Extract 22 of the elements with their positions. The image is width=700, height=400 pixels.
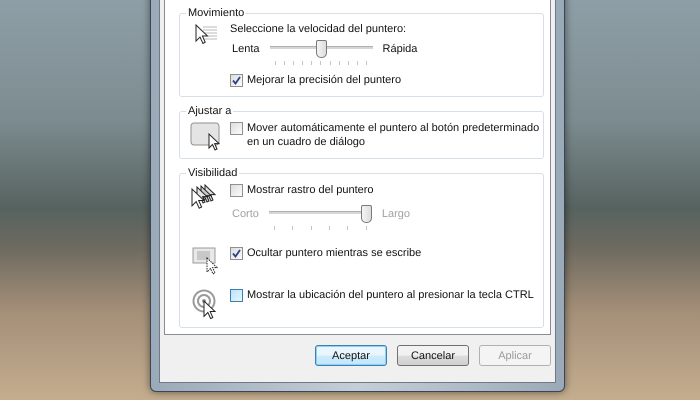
checkbox[interactable] bbox=[230, 184, 243, 197]
checkbox-label: Mostrar rastro del puntero bbox=[247, 183, 374, 197]
slider-thumb[interactable] bbox=[316, 40, 327, 58]
checkbox-label: Mostrar la ubicación del puntero al presionar la tecla CTRL bbox=[247, 288, 534, 302]
slider-max-label: Largo bbox=[382, 207, 410, 221]
slider-min-label: Lenta bbox=[232, 42, 260, 56]
slider-min-label: Corto bbox=[232, 207, 259, 221]
checkbox-label: Mejorar la precisión del puntero bbox=[247, 73, 402, 87]
group-title: Movimiento bbox=[187, 7, 246, 19]
dialog-button[interactable]: Aceptar bbox=[315, 345, 387, 366]
checkbox[interactable] bbox=[230, 289, 243, 302]
checkbox[interactable] bbox=[230, 74, 243, 87]
group-title: Visibilidad bbox=[187, 167, 238, 179]
checkbox-label: Mover automáticamente el puntero al botón predeterminado en un cuadro de diálogo bbox=[247, 121, 540, 149]
checkbox[interactable] bbox=[230, 247, 243, 260]
checkbox-label: Ocultar puntero mientras se escribe bbox=[247, 246, 422, 260]
slider-track[interactable] bbox=[270, 40, 373, 68]
group-title: Ajustar a bbox=[187, 105, 232, 117]
checkbox[interactable] bbox=[230, 122, 243, 135]
slider-max-label: Rápida bbox=[382, 42, 418, 56]
speed-label: Seleccione la velocidad del puntero: bbox=[230, 22, 408, 35]
dialog-button[interactable]: Cancelar bbox=[397, 345, 469, 366]
